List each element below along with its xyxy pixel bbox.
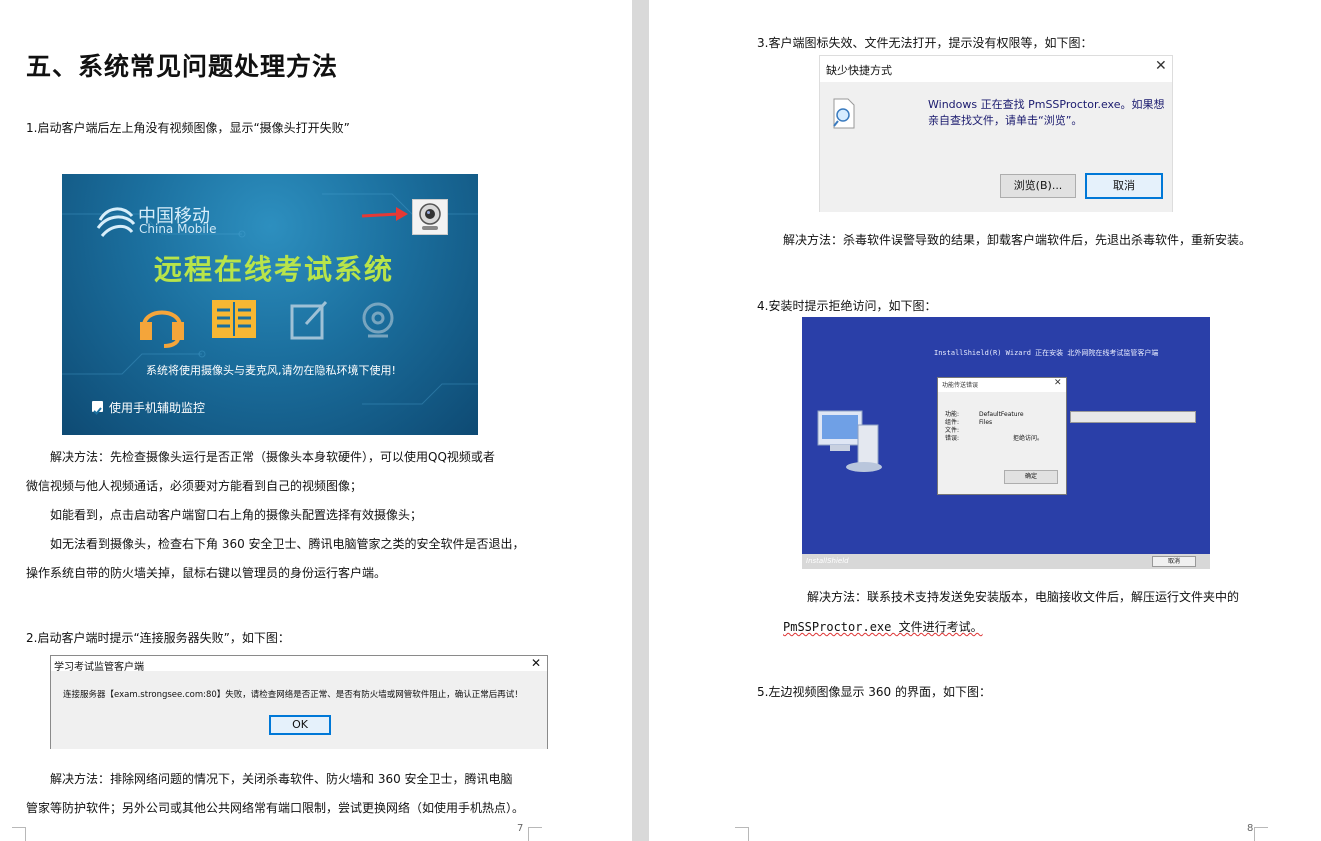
- error-field-value-4: 拒绝访问。: [1013, 435, 1044, 442]
- item-1-solution-line-2: 微信视频与他人视频通话，必须要对方能看到自己的视频图像；: [26, 479, 363, 493]
- checkbox-checked[interactable]: [92, 401, 103, 415]
- installshield-screenshot: InstallShield(R) Wizard 正在安装 北外网院在线考试监管客…: [802, 317, 1210, 569]
- item-2-solution-line-2: 管家等防护软件；另外公司或其他公共网络常有端口限制，尝试更换网络（如使用手机热点…: [26, 801, 525, 815]
- item-2-title: 2.启动客户端时提示“连接服务器失败”，如下图：: [26, 631, 290, 645]
- error-field-label-2: 组件:: [945, 419, 960, 426]
- item-5-title: 5.左边视频图像显示 360 的界面，如下图：: [757, 685, 991, 699]
- section-heading: 五、系统常见问题处理方法: [26, 52, 339, 81]
- error-field-label-4: 错误:: [945, 435, 960, 442]
- cancel-button[interactable]: 取消: [1085, 173, 1163, 199]
- ok-button[interactable]: 确定: [1004, 470, 1058, 484]
- computer-icon: [817, 410, 882, 472]
- feature-transfer-error-dialog: 功能传送错误 ✕ 功能: DefaultFeature 组件: Files 文件…: [937, 377, 1067, 495]
- app-logo-en: China Mobile: [139, 222, 217, 236]
- book-icon: [212, 300, 256, 338]
- dialog-message-line-2: 亲自查找文件，请单击“浏览”。: [928, 114, 1083, 127]
- edit-icon: [290, 300, 328, 340]
- search-file-icon: [833, 98, 855, 129]
- margin-corner-mark: [528, 827, 542, 841]
- margin-corner-mark: [1254, 827, 1268, 841]
- margin-corner-mark: [735, 827, 749, 841]
- checkmark-icon: [93, 407, 102, 415]
- dialog-title: 缺少快捷方式: [826, 64, 892, 77]
- browse-button[interactable]: 浏览(B)...: [1000, 174, 1076, 198]
- installshield-brand: InstallShield: [806, 557, 849, 565]
- dialog-message: 连接服务器【exam.strongsee.com:80】失败，请检查网络是否正常…: [63, 690, 523, 700]
- item-3-solution: 解决方法：杀毒软件误警导致的结果，卸载客户端软件后，先退出杀毒软件，重新安装。: [783, 233, 1252, 247]
- item-4-solution-line-2: PmSSProctor.exe 文件进行考试。: [783, 620, 983, 634]
- china-mobile-logo-icon: [96, 207, 136, 238]
- item-1-solution-line-1: 解决方法：先检查摄像头运行是否正常（摄像头本身软硬件），可以使用QQ视频或者: [50, 450, 495, 464]
- item-1-solution-line-5: 操作系统自带的防火墙关掉，鼠标右键以管理员的身份运行客户端。: [26, 566, 387, 580]
- item-2-solution-line-1: 解决方法：排除网络问题的情况下，关闭杀毒软件、防火墙和 360 安全卫士，腾讯电…: [50, 772, 513, 786]
- error-field-label-1: 功能:: [945, 411, 960, 418]
- item-1-solution-line-4: 如无法看到摄像头，检查右下角 360 安全卫士、腾讯电脑管家之类的安全软件是否退…: [50, 537, 525, 551]
- connect-error-dialog: 学习考试监管客户端 ✕ 连接服务器【exam.strongsee.com:80】…: [50, 655, 548, 749]
- ok-button[interactable]: OK: [269, 715, 331, 735]
- checkbox-label: 使用手机辅助监控: [109, 401, 206, 415]
- progress-bar: [1070, 411, 1196, 423]
- error-field-value-1: DefaultFeature: [979, 411, 1024, 418]
- item-3-title: 3.客户端图标失效、文件无法打开，提示没有权限等，如下图：: [757, 36, 1093, 50]
- error-field-value-2: Files: [979, 419, 993, 426]
- install-cancel-button[interactable]: 取消: [1152, 556, 1196, 567]
- close-icon[interactable]: ✕: [1054, 378, 1062, 388]
- headset-icon: [140, 310, 184, 348]
- margin-corner-mark: [12, 827, 26, 841]
- app-title: 远程在线考试系统: [154, 253, 395, 286]
- error-dialog-title: 功能传送错误: [942, 382, 979, 389]
- document-page-left: 五、系统常见问题处理方法 1.启动客户端后左上角没有视频图像，显示“摄像头打开失…: [0, 0, 632, 841]
- red-arrow-icon: [361, 207, 408, 221]
- page-number: 8: [1247, 823, 1254, 834]
- item-4-solution-line-1: 解决方法：联系技术支持发送免安装版本，电脑接收文件后，解压运行文件夹中的: [807, 590, 1240, 604]
- install-header: InstallShield(R) Wizard 正在安装 北外网院在线考试监管客…: [934, 349, 1159, 357]
- webcam-faded-icon: [362, 302, 394, 338]
- app-notice: 系统将使用摄像头与麦克风,请勿在隐私环境下使用!: [146, 364, 396, 377]
- dialog-message-line-1: Windows 正在查找 PmSSProctor.exe。如果想: [928, 98, 1165, 111]
- page-number: 7: [517, 823, 524, 834]
- page-gutter: [632, 0, 649, 841]
- webcam-icon: [419, 203, 441, 230]
- item-1-title: 1.启动客户端后左上角没有视频图像，显示“摄像头打开失败”: [26, 121, 350, 135]
- close-icon[interactable]: ✕: [1155, 58, 1167, 74]
- item-4-title: 4.安装时提示拒绝访问，如下图：: [757, 299, 937, 313]
- camera-config-button[interactable]: [412, 199, 448, 235]
- missing-shortcut-dialog: 缺少快捷方式 ✕ Windows 正在查找 PmSSProctor.exe。如果…: [819, 55, 1173, 212]
- item-1-solution-line-3: 如能看到，点击启动客户端窗口右上角的摄像头配置选择有效摄像头；: [50, 508, 423, 522]
- close-icon[interactable]: ✕: [531, 656, 541, 670]
- error-field-label-3: 文件:: [945, 427, 960, 434]
